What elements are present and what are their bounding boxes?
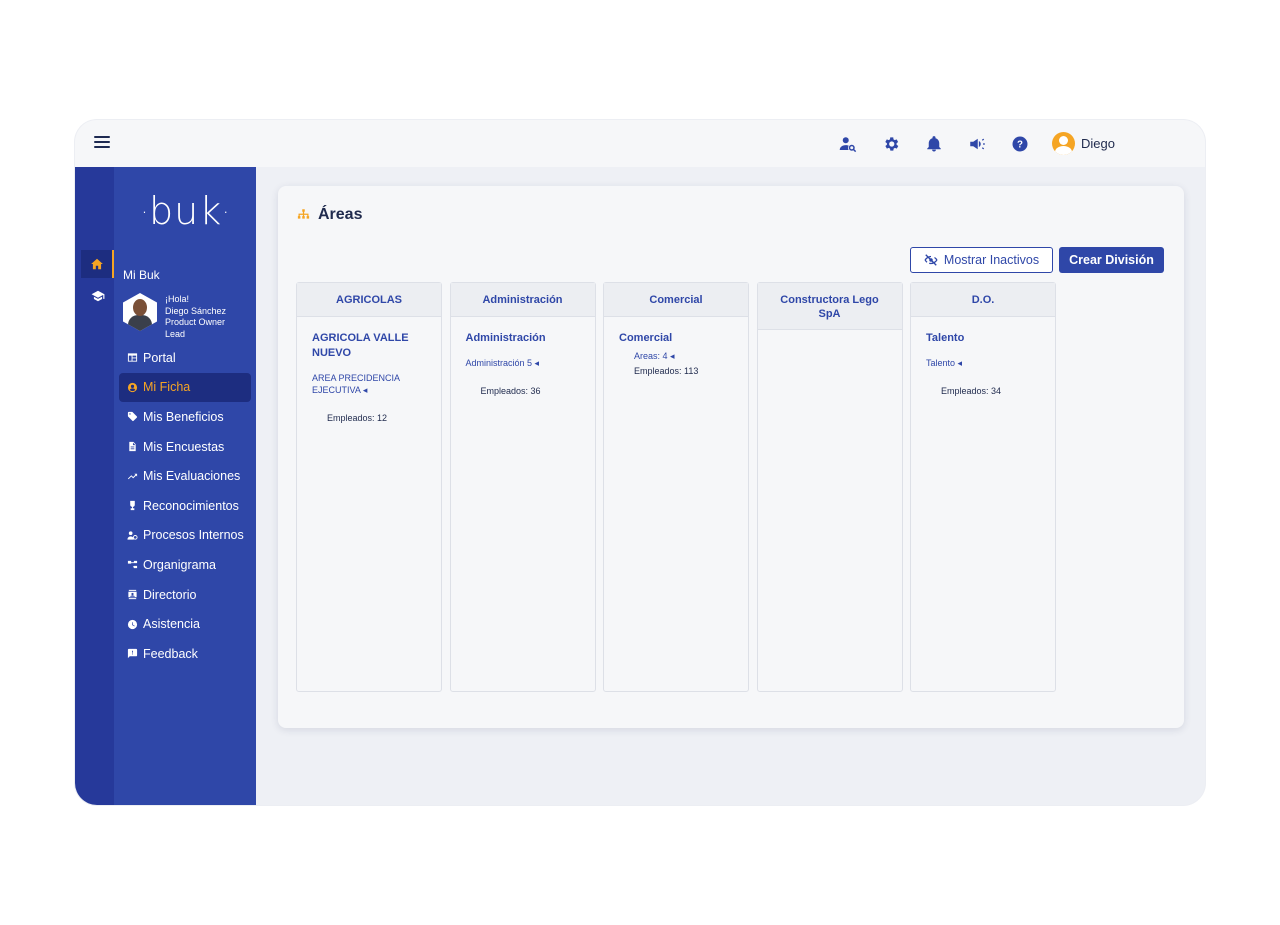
- sidebar-item-mi-ficha[interactable]: Mi Ficha: [119, 372, 251, 403]
- svg-text:?: ?: [1017, 139, 1023, 150]
- column-header: AGRICOLAS: [297, 283, 441, 317]
- sidebar-item-label: Mis Evaluaciones: [143, 469, 241, 484]
- home-icon[interactable]: [81, 250, 114, 278]
- employee-count: Empleados: 34: [941, 386, 1002, 396]
- portal-icon: [127, 352, 138, 363]
- sidebar-item-mis-encuestas[interactable]: Mis Encuestas: [119, 432, 251, 462]
- sidebar-item-label: Mis Beneficios: [143, 409, 224, 424]
- clock-icon: [127, 619, 138, 630]
- app-window: ? Diego ·buk· Mi Buk ¡Hola! Diego Sánche…: [75, 120, 1205, 805]
- subarea-link[interactable]: Areas: 4 ◂: [619, 350, 733, 362]
- buk-logo[interactable]: ·buk·: [141, 189, 230, 233]
- create-division-button[interactable]: Crear División: [1059, 247, 1164, 273]
- profile-role-1: Product Owner: [165, 317, 226, 327]
- contact-icon: [127, 589, 138, 600]
- sidebar-item-directorio[interactable]: Directorio: [119, 580, 251, 610]
- division-link[interactable]: Comercial: [619, 331, 733, 346]
- tag-icon: [127, 411, 138, 422]
- column-body: Talento Talento ◂ Empleados: 34: [911, 317, 1055, 410]
- sidebar-item-portal[interactable]: Portal: [119, 343, 251, 373]
- employee-count: Empleados: 36: [480, 386, 541, 396]
- division-link[interactable]: AGRICOLA VALLE NUEVO: [312, 331, 426, 361]
- sidebar-item-label: Reconocimientos: [143, 498, 239, 513]
- profile-text: ¡Hola! Diego Sánchez Product Owner Lead: [165, 294, 226, 340]
- sidebar-item-label: Portal: [143, 350, 176, 365]
- sidebar-item-feedback[interactable]: Feedback: [119, 639, 251, 669]
- profile-photo: [123, 293, 157, 331]
- sidebar-item-label: Asistencia: [143, 617, 200, 632]
- sidebar-item-organigrama[interactable]: Organigrama: [119, 550, 251, 580]
- sidebar: ·buk· Mi Buk ¡Hola! Diego Sánchez Produc…: [114, 167, 256, 805]
- division-link[interactable]: Talento: [926, 331, 1040, 346]
- subarea-link[interactable]: AREA PRECIDENCIA EJECUTIVA ◂: [312, 372, 426, 396]
- areas-board: AGRICOLAS AGRICOLA VALLE NUEVO AREA PREC…: [296, 282, 1064, 692]
- column-body: Administración Administración 5 ◂ Emplea…: [451, 317, 595, 410]
- gear-icon[interactable]: [880, 133, 902, 155]
- bell-icon[interactable]: [923, 133, 945, 155]
- org-chart-icon: [297, 208, 310, 219]
- sidebar-item-label: Procesos Internos: [143, 528, 244, 543]
- employee-count: Empleados: 12: [327, 413, 388, 423]
- feedback-icon: [127, 648, 138, 659]
- profile-role-2: Lead: [165, 328, 186, 339]
- subarea-link[interactable]: Talento ◂: [926, 357, 1040, 369]
- top-actions: ? Diego: [837, 132, 1115, 155]
- graduation-cap-icon[interactable]: [81, 282, 114, 310]
- person-search-icon[interactable]: [837, 133, 859, 155]
- sidebar-item-mis-beneficios[interactable]: Mis Beneficios: [119, 402, 251, 432]
- area-column: Administración Administración Administra…: [449, 282, 596, 692]
- page-title-text: Áreas: [318, 206, 363, 223]
- eye-off-icon: [924, 254, 938, 266]
- employee-count: Empleados: 113: [634, 366, 699, 376]
- profile-greeting: ¡Hola!: [165, 294, 190, 304]
- column-body: [758, 330, 902, 358]
- sidebar-item-label: Mis Encuestas: [143, 439, 225, 454]
- sidebar-item-procesos-internos[interactable]: Procesos Internos: [119, 521, 251, 551]
- trend-icon: [127, 471, 138, 482]
- sidebar-item-label: Organigrama: [143, 557, 216, 572]
- profile-card[interactable]: ¡Hola! Diego Sánchez Product Owner Lead: [123, 293, 253, 339]
- sidebar-item-label: Feedback: [143, 646, 198, 661]
- profile-name: Diego Sánchez: [165, 305, 227, 316]
- sidebar-item-reconocimientos[interactable]: Reconocimientos: [119, 491, 251, 521]
- column-header: Comercial: [604, 283, 748, 317]
- page-title: Áreas: [296, 206, 362, 224]
- section-title: Mi Buk: [123, 268, 160, 282]
- show-inactive-button[interactable]: Mostrar Inactivos: [910, 247, 1053, 273]
- org-icon: [127, 559, 138, 570]
- megaphone-icon[interactable]: [966, 133, 988, 155]
- column-body: AGRICOLA VALLE NUEVO AREA PRECIDENCIA EJ…: [297, 317, 441, 437]
- user-name: Diego: [1081, 136, 1115, 151]
- help-icon[interactable]: ?: [1009, 133, 1031, 155]
- sidebar-item-asistencia[interactable]: Asistencia: [119, 609, 251, 639]
- avatar: [1052, 132, 1075, 155]
- division-link[interactable]: Administración: [466, 331, 580, 346]
- column-header: D.O.: [911, 283, 1055, 317]
- user-menu[interactable]: Diego: [1052, 132, 1115, 155]
- column-body: Comercial Areas: 4 ◂ Empleados: 113: [604, 317, 748, 390]
- module-rail: [75, 167, 114, 805]
- sidebar-item-label: Mi Ficha: [143, 380, 191, 395]
- column-header: Administración: [450, 283, 595, 317]
- area-column: Constructora Lego SpA: [756, 282, 903, 692]
- user-circle-icon: [127, 382, 138, 393]
- sidebar-item-label: Directorio: [143, 587, 197, 602]
- sidebar-nav: Portal Mi Ficha Mis Beneficios Mis Encue…: [119, 343, 251, 669]
- area-column: AGRICOLAS AGRICOLA VALLE NUEVO AREA PREC…: [296, 282, 442, 692]
- area-column: Comercial Comercial Areas: 4 ◂ Empleados…: [603, 282, 749, 692]
- document-icon: [127, 441, 138, 452]
- subarea-link[interactable]: Administración 5 ◂: [466, 357, 580, 369]
- trophy-icon: [127, 500, 138, 511]
- column-header: Constructora Lego SpA: [757, 283, 902, 330]
- area-column: D.O. Talento Talento ◂ Empleados: 34: [910, 282, 1056, 692]
- areas-card: Áreas Mostrar Inactivos Crear División A…: [278, 186, 1184, 728]
- show-inactive-label: Mostrar Inactivos: [943, 253, 1040, 267]
- menu-icon[interactable]: [94, 136, 110, 150]
- top-bar: ? Diego: [75, 120, 1205, 167]
- process-icon: [127, 530, 138, 541]
- sidebar-item-mis-evaluaciones[interactable]: Mis Evaluaciones: [119, 461, 251, 491]
